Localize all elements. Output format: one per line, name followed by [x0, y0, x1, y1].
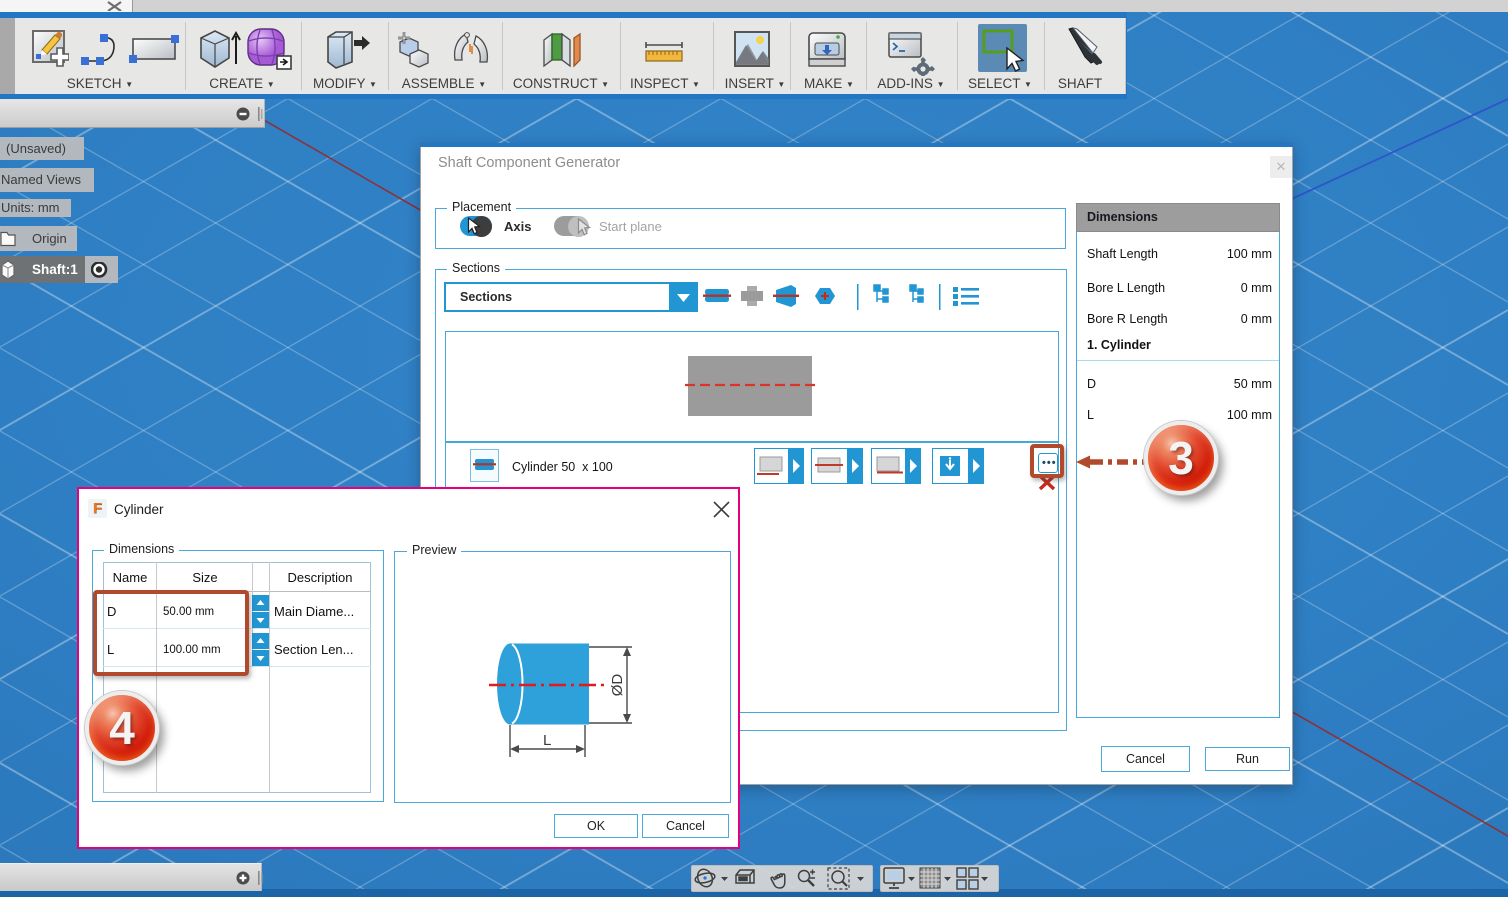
svg-text:ØD: ØD — [609, 674, 626, 697]
svg-text:L: L — [543, 732, 551, 749]
